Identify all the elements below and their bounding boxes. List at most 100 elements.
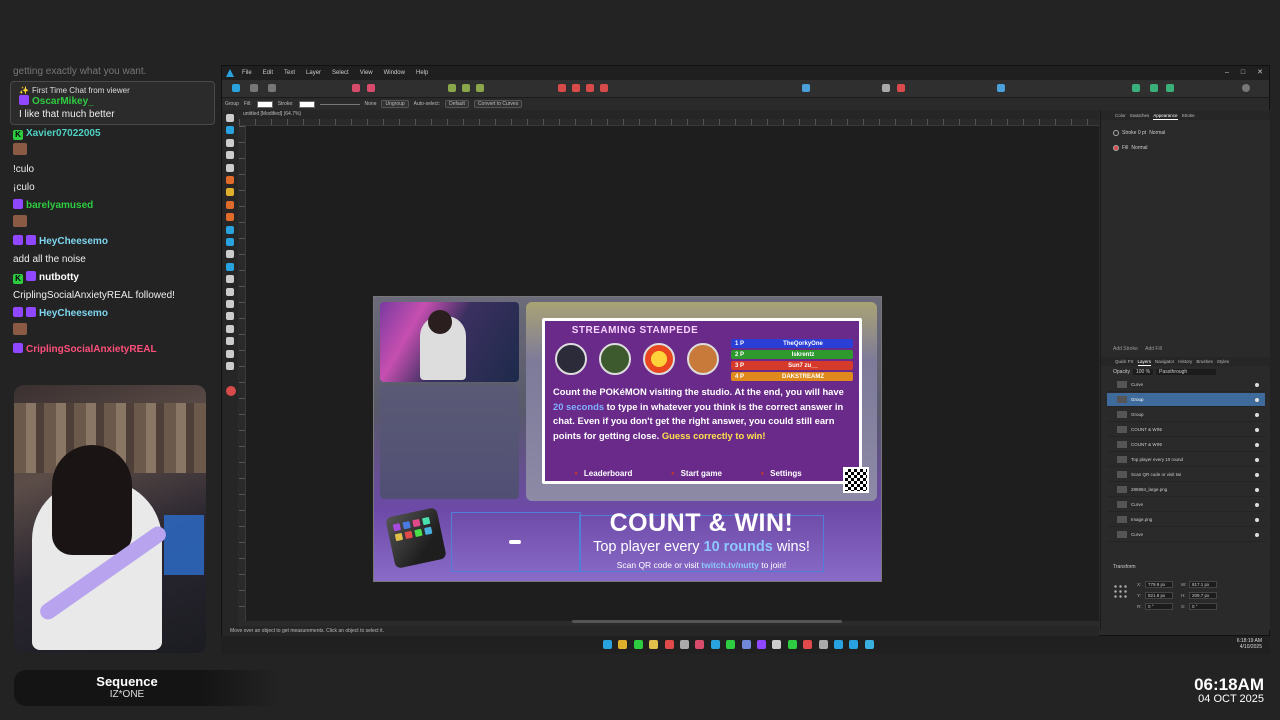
chrome-profile-icon[interactable] xyxy=(633,640,643,649)
align-icon[interactable] xyxy=(448,84,456,92)
app-icon[interactable] xyxy=(664,640,674,649)
layer-row[interactable]: Curve xyxy=(1107,378,1265,392)
minimize-icon[interactable]: – xyxy=(1225,66,1229,80)
system-tray-clock[interactable]: 6:18:19 AM 4/10/2025 xyxy=(1237,638,1262,650)
account-icon[interactable] xyxy=(1242,84,1250,92)
appearance-stroke-row[interactable]: Stroke 0 pt Normal xyxy=(1113,130,1165,136)
transparency-tool-icon[interactable] xyxy=(226,225,234,234)
count-and-win-subtitle[interactable]: Top player every 10 rounds wins! xyxy=(574,539,829,555)
chat-username[interactable]: barelyamused xyxy=(26,200,93,211)
settings-icon[interactable] xyxy=(818,640,828,649)
persona-export-icon[interactable] xyxy=(268,84,276,92)
tab-color[interactable]: Color xyxy=(1115,111,1126,120)
leaderboard-button[interactable]: Leaderboard xyxy=(574,469,632,483)
arrange-icon[interactable] xyxy=(802,84,810,92)
boolean-xor-icon[interactable] xyxy=(600,84,608,92)
steam-icon[interactable] xyxy=(680,640,689,649)
assistant-icon[interactable] xyxy=(997,84,1005,92)
node-tool-icon[interactable] xyxy=(226,126,234,135)
tab-history[interactable]: History xyxy=(1178,357,1192,366)
qr-code[interactable] xyxy=(843,467,869,493)
snapping-icon[interactable] xyxy=(352,84,360,92)
start-game-button[interactable]: Start game xyxy=(671,469,722,483)
rectangle-tool-icon[interactable] xyxy=(226,275,234,284)
stroke-swatch[interactable] xyxy=(298,100,315,108)
layer-visibility-icon[interactable] xyxy=(1255,502,1259,507)
menu-file[interactable]: File xyxy=(242,70,252,76)
menu-edit[interactable]: Edit xyxy=(263,70,273,76)
blend-mode-dropdown[interactable]: Passthrough xyxy=(1156,369,1217,375)
layer-visibility-icon[interactable] xyxy=(1255,532,1259,537)
artboard-tool-icon[interactable] xyxy=(226,163,234,172)
ungroup-button[interactable]: Ungroup xyxy=(381,100,409,108)
shape-tool-icon[interactable] xyxy=(226,262,234,271)
layer-visibility-icon[interactable] xyxy=(1255,382,1259,387)
document-canvas[interactable]: STREAMING STAMPEDE 1 P TheQorkyOne 2 P Iskr… xyxy=(246,126,1099,621)
text-tool-icon[interactable] xyxy=(226,312,234,321)
studio-panel-icon[interactable] xyxy=(1132,84,1140,92)
store-icon[interactable] xyxy=(849,640,859,649)
insert-target-icon[interactable] xyxy=(882,84,890,92)
artboard-blur-panel[interactable] xyxy=(380,385,519,499)
spotify-icon[interactable] xyxy=(726,640,736,649)
overlay-artboard[interactable]: STREAMING STAMPEDE 1 P TheQorkyOne 2 P Iskr… xyxy=(373,296,882,582)
chat-username[interactable]: OscarMikey_ xyxy=(32,96,94,107)
tab-brushes[interactable]: Brushes xyxy=(1196,357,1213,366)
file-explorer-icon[interactable] xyxy=(649,640,659,649)
selection-handle[interactable] xyxy=(509,540,521,544)
layer-row[interactable]: Group xyxy=(1107,408,1265,422)
layer-row[interactable]: Scan QR code or visit twi xyxy=(1107,468,1265,482)
chrome-icon[interactable] xyxy=(618,640,628,649)
stream-deck-image[interactable] xyxy=(385,507,447,569)
chat-username[interactable]: HeyCheesemo xyxy=(39,236,108,247)
boolean-intersect-icon[interactable] xyxy=(586,84,594,92)
frame-text-tool-icon[interactable] xyxy=(226,324,234,333)
transform-y-field[interactable]: 821.8 px xyxy=(1145,592,1173,599)
persona-designer-icon[interactable] xyxy=(232,84,240,92)
network-icon[interactable] xyxy=(834,640,843,649)
align-right-icon[interactable] xyxy=(476,84,484,92)
layer-row[interactable]: COUNT & WIN! xyxy=(1107,438,1265,452)
add-stroke-button[interactable]: Add Stroke xyxy=(1113,346,1138,352)
brush-tool-icon[interactable] xyxy=(226,200,234,209)
corner-tool-icon[interactable] xyxy=(226,151,234,160)
appearance-fill-row[interactable]: Fill Normal xyxy=(1113,145,1148,151)
game-panel[interactable]: STREAMING STAMPEDE 1 P TheQorkyOne 2 P Iskr… xyxy=(542,318,862,484)
tab-styles[interactable]: Styles xyxy=(1217,357,1229,366)
close-icon[interactable]: ✕ xyxy=(1257,66,1263,80)
studio-panel-3-icon[interactable] xyxy=(1166,84,1174,92)
layer-visibility-icon[interactable] xyxy=(1255,397,1259,402)
menu-view[interactable]: View xyxy=(360,70,373,76)
persona-pixel-icon[interactable] xyxy=(250,84,258,92)
chat-username[interactable]: nutbotty xyxy=(39,272,79,283)
layer-visibility-icon[interactable] xyxy=(1255,412,1259,417)
transform-s-field[interactable]: 0 ° xyxy=(1189,603,1217,610)
pencil-tool-icon[interactable] xyxy=(226,188,234,197)
color-picker-icon[interactable] xyxy=(897,84,905,92)
boolean-add-icon[interactable] xyxy=(558,84,566,92)
tab-quick-fx[interactable]: Quick FX xyxy=(1115,357,1134,366)
pen-tool-icon[interactable] xyxy=(226,176,234,184)
settings-button[interactable]: Settings xyxy=(761,469,802,483)
layer-visibility-icon[interactable] xyxy=(1255,457,1259,462)
maximize-icon[interactable]: □ xyxy=(1241,66,1245,80)
layer-visibility-icon[interactable] xyxy=(1255,517,1259,522)
affinity-icon[interactable] xyxy=(695,640,705,649)
eyedropper-tool-icon[interactable] xyxy=(226,337,234,346)
chat-username[interactable]: HeyCheesemo xyxy=(39,308,108,319)
tab-stroke[interactable]: Stroke xyxy=(1182,111,1195,120)
move-tool-icon[interactable] xyxy=(226,114,234,122)
menu-window[interactable]: Window xyxy=(384,70,405,76)
edge-icon[interactable] xyxy=(864,640,874,649)
layer-visibility-icon[interactable] xyxy=(1255,442,1259,447)
tab-navigator[interactable]: Navigator xyxy=(1155,357,1174,366)
fill-tool-icon[interactable] xyxy=(226,213,234,222)
designer-icon[interactable] xyxy=(710,640,720,649)
add-fill-button[interactable]: Add Fill xyxy=(1145,346,1162,352)
menu-help[interactable]: Help xyxy=(416,70,428,76)
auto-select-dropdown[interactable]: Default xyxy=(445,100,469,108)
tab-layers[interactable]: Layers xyxy=(1137,357,1152,366)
transform-w-field[interactable]: 817.1 px xyxy=(1189,581,1217,588)
layer-row[interactable]: Curve xyxy=(1107,528,1265,542)
discord-icon[interactable] xyxy=(741,640,751,649)
